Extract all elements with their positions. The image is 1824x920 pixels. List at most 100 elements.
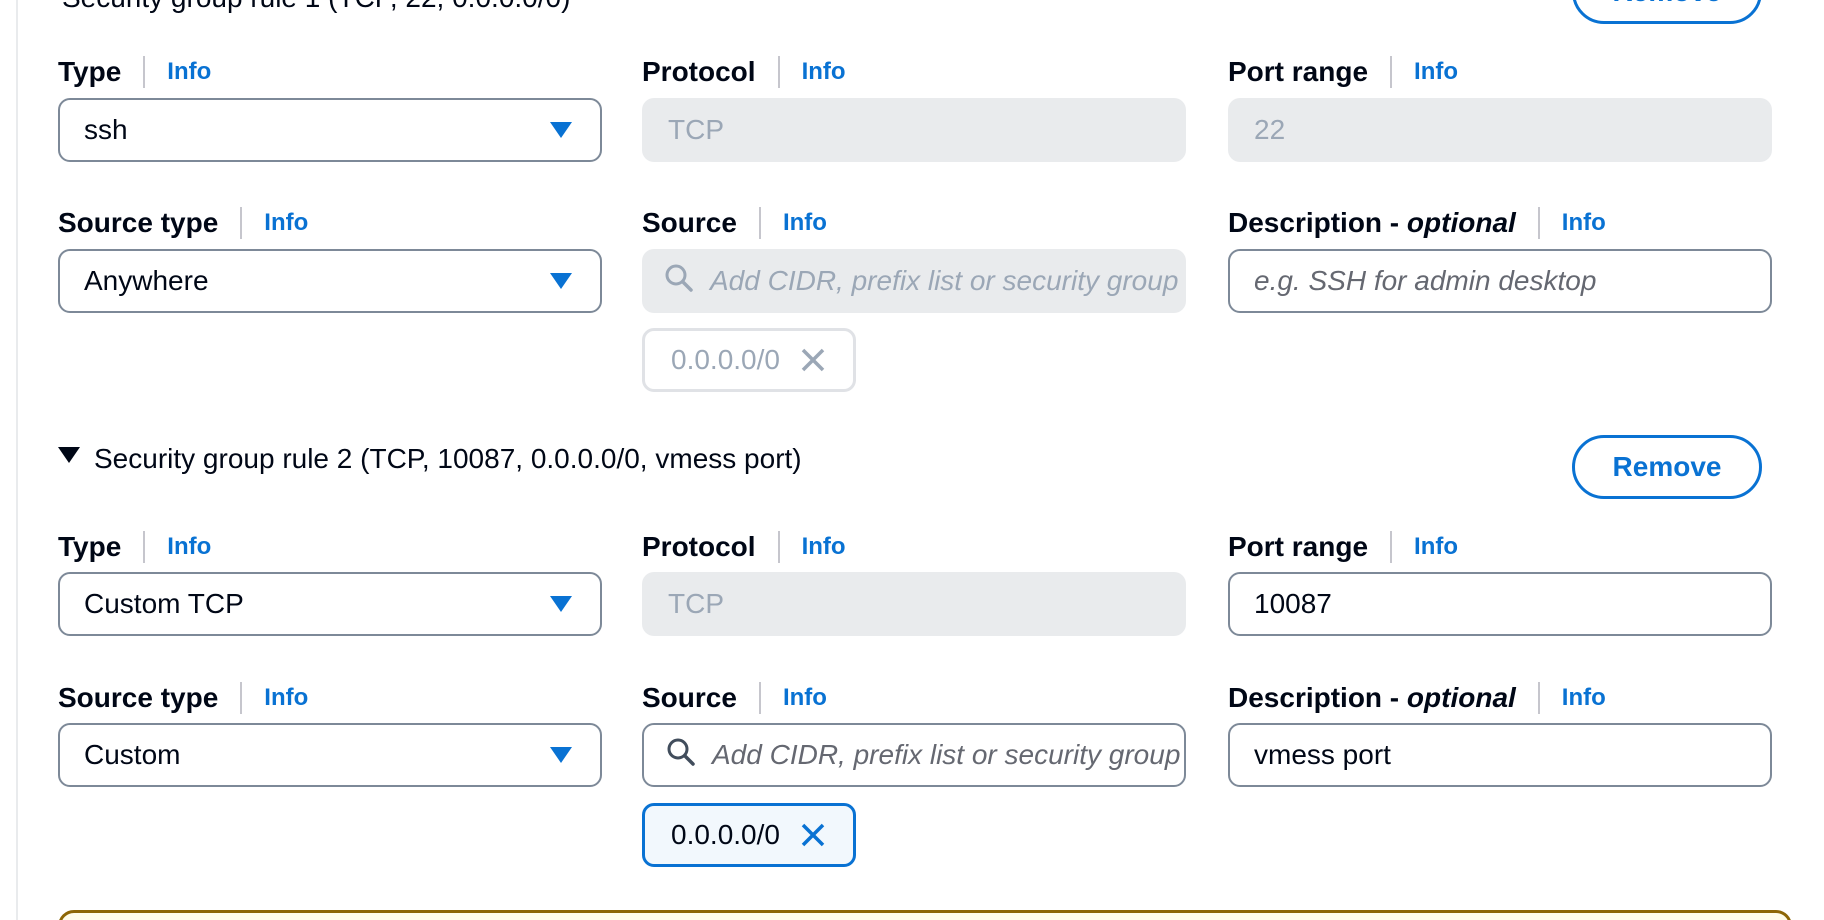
description-label-dash: -	[1382, 682, 1407, 713]
rule-1-header-text: Security group rule 1 (TCP, 22, 0.0.0.0/…	[62, 0, 570, 13]
rule-2-source-type-value: Custom	[84, 739, 181, 770]
label-divider	[777, 56, 780, 88]
rule-1-description-label: Description - optional	[1228, 207, 1516, 239]
rule-2-source-type-label-row: Source type Info	[58, 678, 308, 718]
caret-down-icon	[58, 447, 80, 463]
warning-alert	[58, 910, 1792, 920]
caret-down-icon	[550, 747, 572, 763]
rule-2-port-info-link[interactable]: Info	[1414, 533, 1458, 561]
rule-2-source-label: Source	[642, 682, 737, 713]
rule-1-source-search-input: Add CIDR, prefix list or security group	[642, 249, 1186, 313]
label-divider	[240, 207, 243, 239]
label-divider	[143, 531, 146, 563]
rule-1-header[interactable]: Security group rule 1 (TCP, 22, 0.0.0.0/…	[62, 0, 570, 14]
rule-2-source-info-link[interactable]: Info	[783, 684, 827, 712]
rule-2-description-info-link[interactable]: Info	[1562, 684, 1606, 712]
caret-down-icon	[550, 273, 572, 289]
close-icon	[800, 347, 826, 373]
rule-1-protocol-value: TCP	[668, 114, 724, 145]
description-label-dash: -	[1382, 207, 1407, 238]
rule-1-protocol-info-link[interactable]: Info	[802, 58, 846, 86]
rule-1-source-info-link[interactable]: Info	[783, 209, 827, 237]
optional-label: optional	[1406, 682, 1516, 713]
rule-1-protocol-label: Protocol	[642, 56, 756, 87]
rule-1-source-type-info-link[interactable]: Info	[264, 209, 308, 237]
rule-1-type-info-link[interactable]: Info	[167, 58, 211, 86]
rule-2-port-range-input[interactable]: 10087	[1228, 572, 1772, 636]
rule-2-type-label: Type	[58, 531, 122, 562]
rule-1-type-value: ssh	[84, 114, 128, 145]
rule-2-port-range-value: 10087	[1254, 588, 1332, 619]
rule-1-port-range-value: 22	[1254, 114, 1286, 145]
rule-1-source-token-label: 0.0.0.0/0	[671, 344, 780, 375]
rule-2-source-token-label: 0.0.0.0/0	[671, 819, 780, 850]
label-divider	[1537, 207, 1540, 239]
rule-1-description-label-row: Description - optional Info	[1228, 203, 1606, 243]
rule-1-protocol-field: TCP	[642, 98, 1186, 162]
rule-2-protocol-value: TCP	[668, 588, 724, 619]
rule-2-remove-button[interactable]: Remove	[1572, 435, 1762, 499]
container-left-border	[16, 0, 18, 920]
label-divider	[758, 682, 761, 714]
rule-1-port-label-row: Port range Info	[1228, 52, 1458, 92]
rule-1-port-info-link[interactable]: Info	[1414, 58, 1458, 86]
rule-1-remove-label: Remove	[1613, 0, 1722, 8]
rule-1-source-token: 0.0.0.0/0	[642, 328, 856, 392]
label-divider	[1390, 531, 1393, 563]
rule-2-remove-label: Remove	[1612, 451, 1722, 482]
rule-1-source-type-label: Source type	[58, 207, 219, 238]
rule-2-type-value: Custom TCP	[84, 588, 244, 619]
rule-1-description-input[interactable]: e.g. SSH for admin desktop	[1228, 249, 1772, 313]
rule-2-protocol-field: TCP	[642, 572, 1186, 636]
caret-down-icon	[550, 596, 572, 612]
rule-1-port-range-field: 22	[1228, 98, 1772, 162]
rule-2-header-text: Security group rule 2 (TCP, 10087, 0.0.0…	[94, 443, 802, 474]
close-icon[interactable]	[800, 822, 826, 848]
rule-1-port-range-label: Port range	[1228, 56, 1369, 87]
rule-2-description-input[interactable]: vmess port	[1228, 723, 1772, 787]
rule-2-description-label: Description - optional	[1228, 682, 1516, 714]
rule-2-protocol-label-row: Protocol Info	[642, 527, 846, 567]
rule-1-source-type-select[interactable]: Anywhere	[58, 249, 602, 313]
label-divider	[758, 207, 761, 239]
label-divider	[1537, 682, 1540, 714]
rule-2-source-search-input[interactable]: Add CIDR, prefix list or security group	[642, 723, 1186, 787]
description-label-text: Description	[1228, 207, 1383, 238]
rule-2-type-select[interactable]: Custom TCP	[58, 572, 602, 636]
search-icon	[666, 737, 696, 774]
rule-1-type-select[interactable]: ssh	[58, 98, 602, 162]
rule-2-port-label-row: Port range Info	[1228, 527, 1458, 567]
caret-down-icon	[550, 122, 572, 138]
rule-1-source-type-value: Anywhere	[84, 265, 209, 296]
rule-2-protocol-info-link[interactable]: Info	[802, 533, 846, 561]
rule-1-protocol-label-row: Protocol Info	[642, 52, 846, 92]
rule-2-source-token: 0.0.0.0/0	[642, 803, 856, 867]
rule-1-source-label: Source	[642, 207, 737, 238]
rule-2-source-label-row: Source Info	[642, 678, 827, 718]
label-divider	[777, 531, 780, 563]
rule-1-description-placeholder: e.g. SSH for admin desktop	[1254, 265, 1597, 296]
rule-2-source-type-info-link[interactable]: Info	[264, 684, 308, 712]
rule-2-description-label-row: Description - optional Info	[1228, 678, 1606, 718]
rule-1-source-placeholder: Add CIDR, prefix list or security group	[710, 265, 1179, 296]
label-divider	[240, 682, 243, 714]
description-label-text: Description	[1228, 682, 1383, 713]
rule-1-source-type-label-row: Source type Info	[58, 203, 308, 243]
rule-2-source-type-label: Source type	[58, 682, 219, 713]
rule-1-remove-button[interactable]: Remove	[1572, 0, 1762, 24]
rule-2-header[interactable]: Security group rule 2 (TCP, 10087, 0.0.0…	[58, 443, 802, 475]
rule-2-type-label-row: Type Info	[58, 527, 211, 567]
rule-2-description-value: vmess port	[1254, 739, 1391, 770]
label-divider	[143, 56, 146, 88]
rule-2-type-info-link[interactable]: Info	[167, 533, 211, 561]
optional-label: optional	[1406, 207, 1516, 238]
label-divider	[1390, 56, 1393, 88]
rule-2-source-placeholder: Add CIDR, prefix list or security group	[712, 739, 1181, 770]
rule-1-source-label-row: Source Info	[642, 203, 827, 243]
rule-1-type-label-row: Type Info	[58, 52, 211, 92]
rule-1-type-label: Type	[58, 56, 122, 87]
rule-1-description-info-link[interactable]: Info	[1562, 209, 1606, 237]
rule-2-port-range-label: Port range	[1228, 531, 1369, 562]
search-icon	[664, 263, 694, 300]
rule-2-source-type-select[interactable]: Custom	[58, 723, 602, 787]
